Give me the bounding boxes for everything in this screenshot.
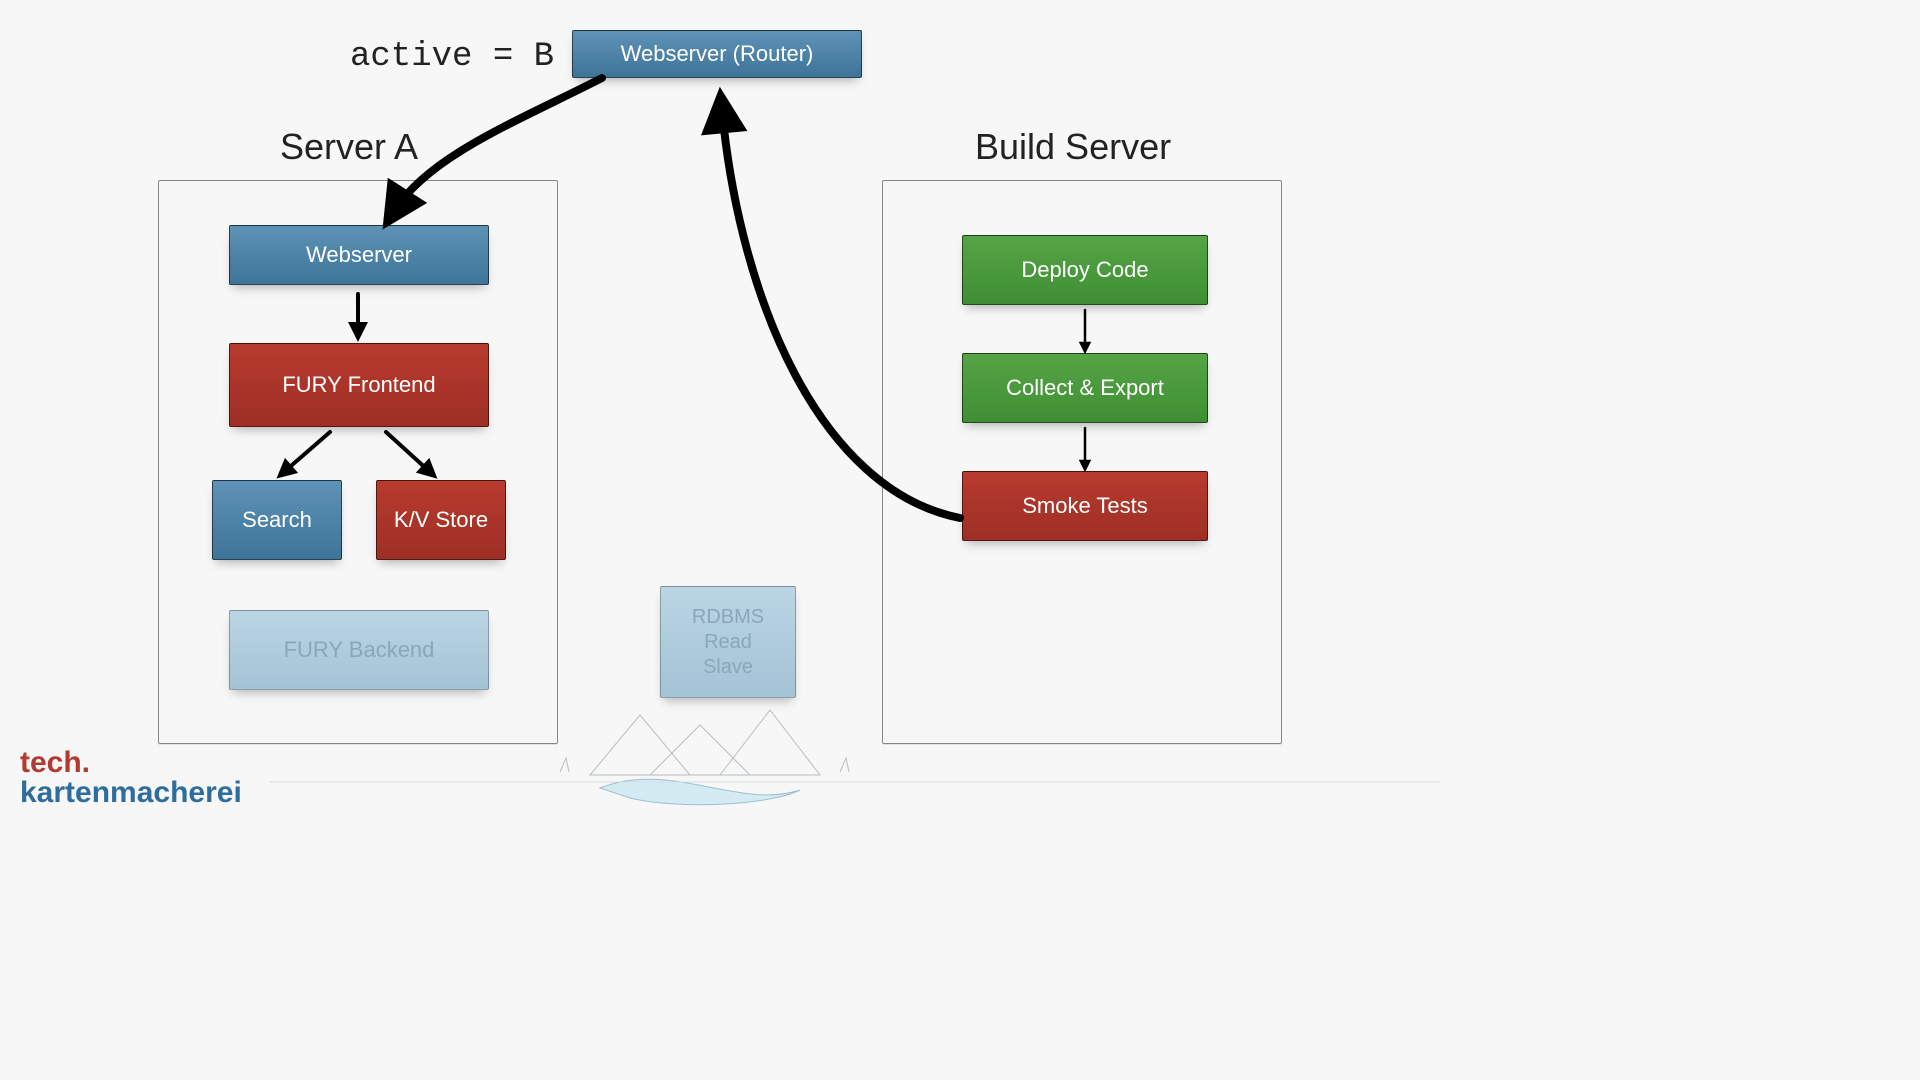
- logo-line-1: tech.: [20, 746, 90, 779]
- fury-frontend-box: FURY Frontend: [229, 343, 489, 427]
- logo-line-2: kartenmacherei: [20, 776, 242, 809]
- smoke-tests-box: Smoke Tests: [962, 471, 1208, 541]
- active-label: active = B: [350, 38, 554, 76]
- kv-store-box: K/V Store: [376, 480, 506, 560]
- rdbms-read-slave-box: RDBMS Read Slave: [660, 586, 796, 698]
- webserver-router-box: Webserver (Router): [572, 30, 862, 78]
- fury-backend-box: FURY Backend: [229, 610, 489, 690]
- collect-export-box: Collect & Export: [962, 353, 1208, 423]
- diagram-stage: active = B Webserver (Router) Server A W…: [0, 0, 1440, 810]
- deploy-code-box: Deploy Code: [962, 235, 1208, 305]
- search-box: Search: [212, 480, 342, 560]
- brand-logo: tech. kartenmacherei: [20, 748, 242, 808]
- build-server-title: Build Server: [975, 126, 1171, 168]
- server-a-title: Server A: [280, 126, 418, 168]
- webserver-box: Webserver: [229, 225, 489, 285]
